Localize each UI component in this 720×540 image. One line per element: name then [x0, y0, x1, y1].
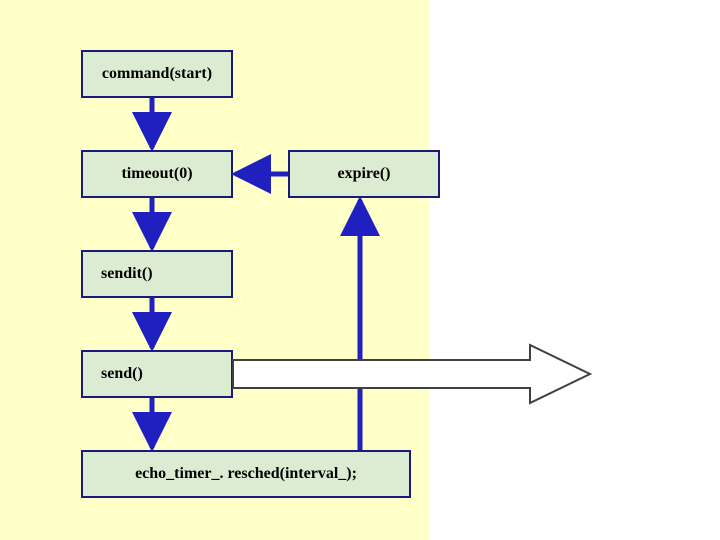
box-sendit: sendit() — [81, 250, 233, 298]
box-expire: expire() — [288, 150, 440, 198]
box-command-start: command(start) — [81, 50, 233, 98]
diagram-canvas: command(start) timeout(0) expire() sendi… — [0, 0, 720, 540]
box-label: send() — [101, 365, 143, 383]
box-label: expire() — [337, 165, 390, 183]
box-label: timeout(0) — [121, 165, 192, 183]
box-label: sendit() — [101, 265, 153, 283]
box-label: echo_timer_. resched(interval_); — [135, 465, 357, 483]
box-label: command(start) — [102, 65, 212, 83]
box-resched: echo_timer_. resched(interval_); — [81, 450, 411, 498]
box-timeout0: timeout(0) — [81, 150, 233, 198]
box-send: send() — [81, 350, 233, 398]
